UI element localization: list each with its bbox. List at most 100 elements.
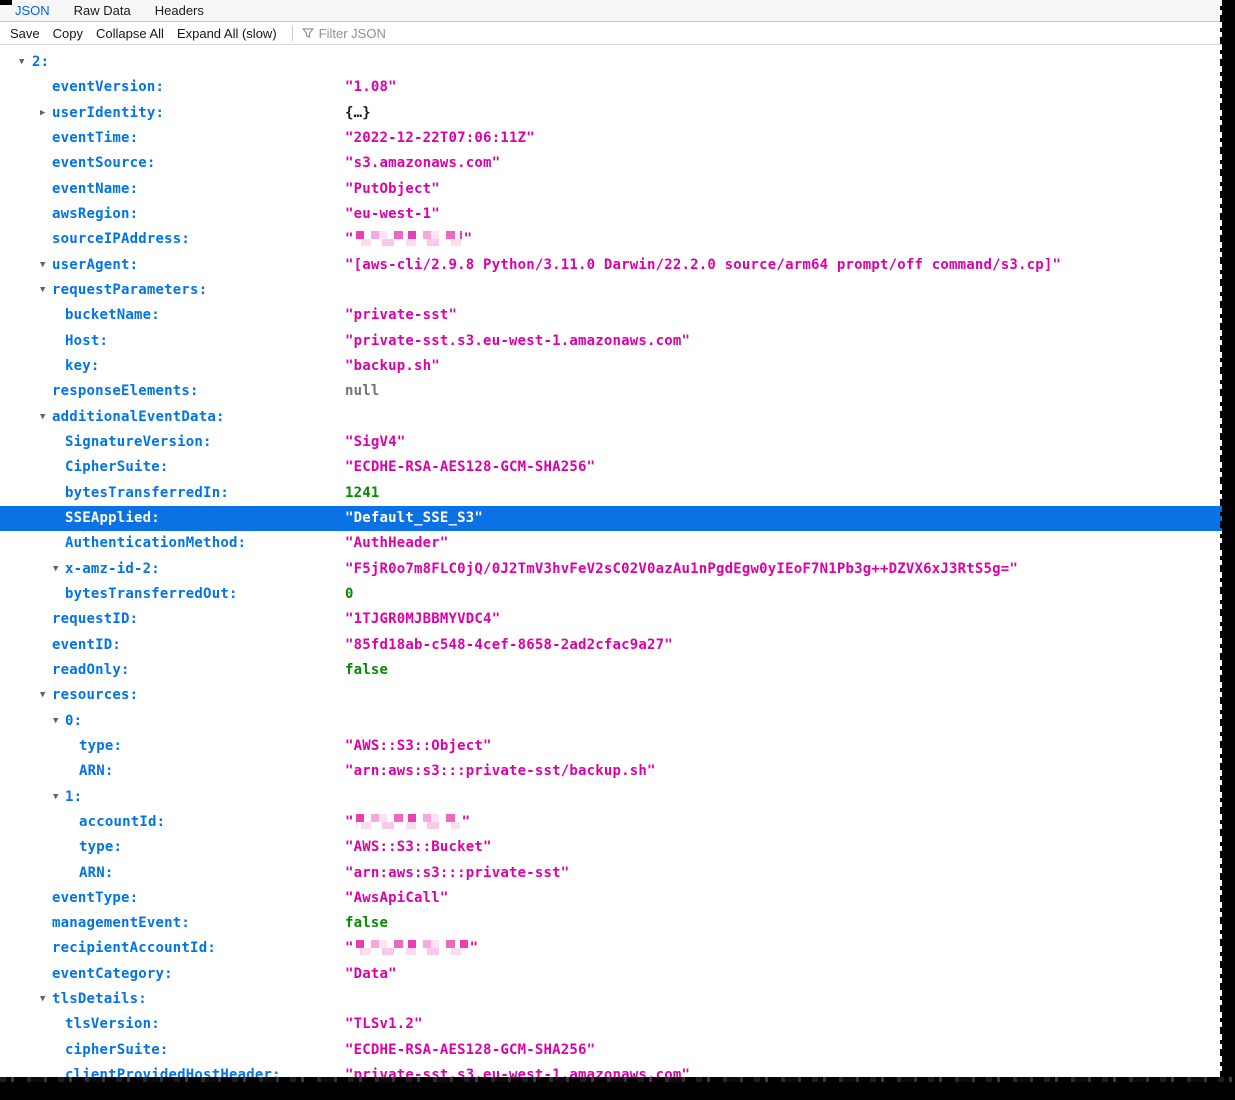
toolbar-separator [292, 26, 293, 41]
collapse-all-button[interactable]: Collapse All [96, 26, 164, 41]
json-row[interactable]: ▼ 1: [0, 785, 1235, 810]
json-row[interactable]: ▼0: [0, 709, 1235, 734]
tab-headers[interactable]: Headers [155, 3, 204, 18]
json-row[interactable]: AuthenticationMethod: "AuthHeader" [0, 531, 1235, 556]
json-key: bucketName: [65, 307, 160, 323]
json-row[interactable]: ▼ tlsDetails: [0, 987, 1235, 1012]
json-row[interactable]: CipherSuite:"ECDHE-RSA-AES128-GCM-SHA256… [0, 455, 1235, 480]
json-value: "TLSv1.2" [345, 1012, 423, 1037]
json-key: CipherSuite: [65, 459, 169, 475]
copy-button[interactable]: Copy [53, 26, 83, 41]
json-key: readOnly: [52, 662, 130, 678]
collapse-twisty-icon[interactable]: ▼ [53, 785, 58, 810]
json-key: tlsDetails: [52, 991, 147, 1007]
json-value: "Data" [345, 962, 397, 987]
json-row[interactable]: ARN:"arn:aws:s3:::private-sst" [0, 861, 1235, 886]
json-row[interactable]: ▼ userAgent: "[aws-cli/2.9.8 Python/3.11.0… [0, 253, 1235, 278]
json-value: "arn:aws:s3:::private-sst/backup.sh" [345, 759, 656, 784]
collapse-twisty-icon[interactable]: ▼ [40, 278, 45, 303]
json-row[interactable]: ARN: "arn:aws:s3:::private-sst/backup.sh" [0, 759, 1235, 784]
json-row[interactable]: type:"AWS::S3::Object" [0, 734, 1235, 759]
filter-icon [302, 27, 314, 39]
json-key: accountId: [79, 814, 165, 830]
json-row[interactable]: bytesTransferredOut:0 [0, 582, 1235, 607]
json-key: responseElements: [52, 383, 199, 399]
expand-twisty-icon[interactable]: ▶ [40, 101, 45, 126]
json-row[interactable]: SignatureVersion: "SigV4" [0, 430, 1235, 455]
json-row[interactable]: bytesTransferredIn:1241 [0, 481, 1235, 506]
json-value: "[aws-cli/2.9.8 Python/3.11.0 Darwin/22.… [345, 253, 1061, 278]
json-value: "" [345, 936, 478, 961]
json-key: eventType: [52, 890, 138, 906]
json-row[interactable]: ▶ userIdentity: {…} [0, 101, 1235, 126]
json-row[interactable]: recipientAccountId:"" [0, 936, 1235, 961]
expand-all-button[interactable]: Expand All (slow) [177, 26, 277, 41]
json-row[interactable]: eventSource:"s3.amazonaws.com" [0, 151, 1235, 176]
json-row[interactable]: type:"AWS::S3::Bucket" [0, 835, 1235, 860]
json-row[interactable]: cipherSuite: "ECDHE-RSA-AES128-GCM-SHA256… [0, 1038, 1235, 1063]
json-key: userAgent: [52, 257, 138, 273]
json-value: "ECDHE-RSA-AES128-GCM-SHA256" [345, 1038, 595, 1063]
json-row[interactable]: ▼x-amz-id-2:"F5jR0o7m8FLC0jQ/0J2TmV3hvFe… [0, 557, 1235, 582]
json-row[interactable]: accountId:"" [0, 810, 1235, 835]
json-value: "SigV4" [345, 430, 405, 455]
json-row[interactable]: responseElements:null [0, 379, 1235, 404]
screenshot-crop-bar-right [1222, 0, 1235, 1100]
json-key: managementEvent: [52, 915, 190, 931]
json-row[interactable]: awsRegion:"eu-west-1" [0, 202, 1235, 227]
collapse-twisty-icon[interactable]: ▼ [40, 405, 45, 430]
json-value: "Default_SSE_S3" [345, 506, 483, 531]
collapse-twisty-icon[interactable]: ▼ [53, 709, 58, 734]
json-row[interactable]: eventName:"PutObject" [0, 177, 1235, 202]
json-row[interactable]: eventVersion:"1.08" [0, 75, 1235, 100]
collapse-twisty-icon[interactable]: ▼ [40, 987, 45, 1012]
json-row[interactable]: tlsVersion:"TLSv1.2" [0, 1012, 1235, 1037]
tab-raw-data[interactable]: Raw Data [74, 3, 131, 18]
json-row[interactable]: readOnly:false [0, 658, 1235, 683]
json-row[interactable]: ▼2: [0, 50, 1235, 75]
json-value: "AuthHeader" [345, 531, 449, 556]
json-row[interactable]: ▼additionalEventData: [0, 405, 1235, 430]
json-tree: ▼2:eventVersion:"1.08"▶userIdentity:{…}e… [0, 50, 1235, 1088]
tab-json[interactable]: JSON [15, 3, 50, 18]
collapse-twisty-icon[interactable]: ▼ [40, 683, 45, 708]
redacted-value [356, 231, 462, 246]
json-value: "2022-12-22T07:06:11Z" [345, 126, 535, 151]
json-key: 1: [65, 789, 82, 805]
json-key: type: [79, 738, 122, 754]
json-row[interactable]: Host:"private-sst.s3.eu-west-1.amazonaws… [0, 329, 1235, 354]
json-key: ARN: [79, 865, 114, 881]
json-key: cipherSuite: [65, 1042, 169, 1058]
json-key: eventSource: [52, 155, 156, 171]
json-key: SignatureVersion: [65, 434, 212, 450]
screenshot-crop-bar-bottom [0, 1082, 1235, 1100]
json-key: userIdentity: [52, 105, 164, 121]
json-value: {…} [345, 101, 371, 126]
json-key: AuthenticationMethod: [65, 535, 246, 551]
json-row[interactable]: managementEvent:false [0, 911, 1235, 936]
json-key: x-amz-id-2: [65, 561, 160, 577]
collapse-twisty-icon[interactable]: ▼ [40, 253, 45, 278]
json-row[interactable]: eventTime: "2022-12-22T07:06:11Z" [0, 126, 1235, 151]
json-row[interactable]: bucketName:"private-sst" [0, 303, 1235, 328]
json-row[interactable]: ▼resources: [0, 683, 1235, 708]
json-row[interactable]: sourceIPAddress:"" [0, 227, 1235, 252]
redacted-value [356, 940, 468, 955]
filter-json-input[interactable] [319, 26, 439, 41]
save-button[interactable]: Save [10, 26, 40, 41]
json-key: eventName: [52, 181, 138, 197]
json-key: Host: [65, 333, 108, 349]
json-row[interactable]: eventCategory:"Data" [0, 962, 1235, 987]
json-key: requestID: [52, 611, 138, 627]
json-row[interactable]: key:"backup.sh" [0, 354, 1235, 379]
json-key: ARN: [79, 763, 114, 779]
json-row[interactable]: SSEApplied:"Default_SSE_S3" [0, 506, 1235, 531]
collapse-twisty-icon[interactable]: ▼ [53, 557, 58, 582]
json-row[interactable]: ▼requestParameters: [0, 278, 1235, 303]
json-row[interactable]: eventType:"AwsApiCall" [0, 886, 1235, 911]
json-row[interactable]: eventID:"85fd18ab-c548-4cef-8658-2ad2cfa… [0, 633, 1235, 658]
json-row[interactable]: requestID:"1TJGR0MJBBMYVDC4" [0, 607, 1235, 632]
json-key: eventTime: [52, 130, 138, 146]
json-value: "1.08" [345, 75, 397, 100]
collapse-twisty-icon[interactable]: ▼ [19, 50, 24, 75]
